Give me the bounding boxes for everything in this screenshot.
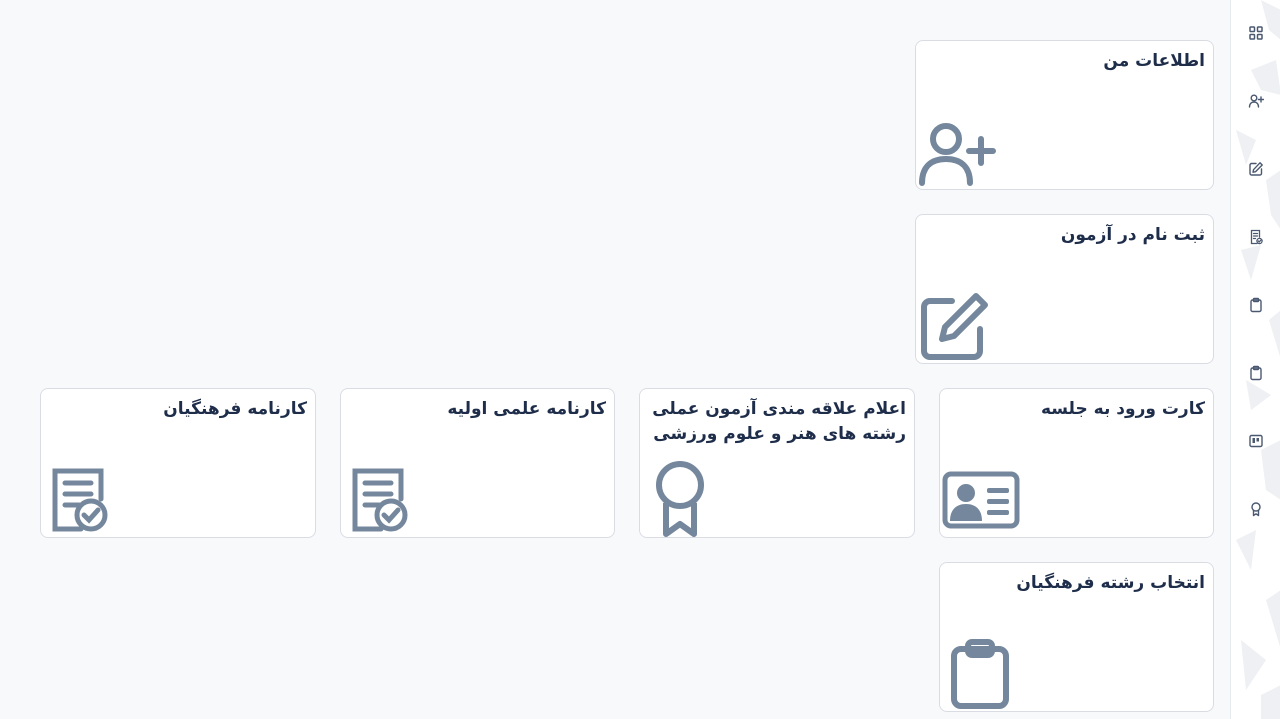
award-icon xyxy=(656,461,704,537)
dashboard-icon xyxy=(1249,26,1263,40)
card-title: کارنامه فرهنگیان xyxy=(163,399,307,419)
sidebar-item-my-info[interactable] xyxy=(1241,86,1271,116)
sidebar-item-id-card[interactable] xyxy=(1241,426,1271,456)
sidebar-item-report-card[interactable] xyxy=(1241,222,1271,252)
card-title: انتخاب رشته فرهنگیان xyxy=(1016,573,1205,593)
card-farhangian-report[interactable]: کارنامه فرهنگیان xyxy=(40,388,316,538)
card-exam-registration[interactable]: ثبت نام در آزمون xyxy=(915,214,1214,364)
card-title: ثبت نام در آزمون xyxy=(1060,225,1205,245)
sidebar xyxy=(1230,0,1280,719)
card-title: کارت ورود به جلسه xyxy=(1040,399,1205,419)
card-farhangian-major-selection[interactable]: انتخاب رشته فرهنگیان xyxy=(939,562,1214,712)
sidebar-item-exam-registration[interactable] xyxy=(1241,154,1271,184)
id-card-icon xyxy=(1249,434,1263,448)
card-title: اعلام علاقه مندی آزمون عملی رشته های هنر… xyxy=(652,399,906,444)
edit-icon xyxy=(921,293,988,360)
card-practical-exam-interest[interactable]: اعلام علاقه مندی آزمون عملی رشته های هنر… xyxy=(639,388,915,538)
card-title: اطلاعات من xyxy=(1103,51,1205,71)
card-title: کارنامه علمی اولیه xyxy=(447,399,606,419)
user-plus-icon xyxy=(1248,94,1264,108)
id-card-icon xyxy=(942,471,1020,529)
card-my-info[interactable]: اطلاعات من xyxy=(915,40,1214,190)
sidebar-item-dashboard[interactable] xyxy=(1241,18,1271,48)
edit-icon xyxy=(1249,162,1263,176)
report-card-icon xyxy=(1250,229,1263,245)
card-entrance-card[interactable]: کارت ورود به جلسه xyxy=(939,388,1214,538)
clipboard-icon xyxy=(1250,297,1262,313)
card-initial-scientific-report[interactable]: کارنامه علمی اولیه xyxy=(340,388,615,538)
sidebar-item-award[interactable] xyxy=(1241,494,1271,524)
clipboard-icon xyxy=(1250,365,1262,381)
clipboard-icon xyxy=(951,639,1009,709)
report-card-icon xyxy=(52,468,108,532)
report-card-icon xyxy=(352,468,408,532)
award-icon xyxy=(1251,502,1261,517)
user-plus-icon xyxy=(919,123,996,186)
sidebar-item-clipboard-2[interactable] xyxy=(1241,358,1271,388)
sidebar-item-clipboard-1[interactable] xyxy=(1241,290,1271,320)
